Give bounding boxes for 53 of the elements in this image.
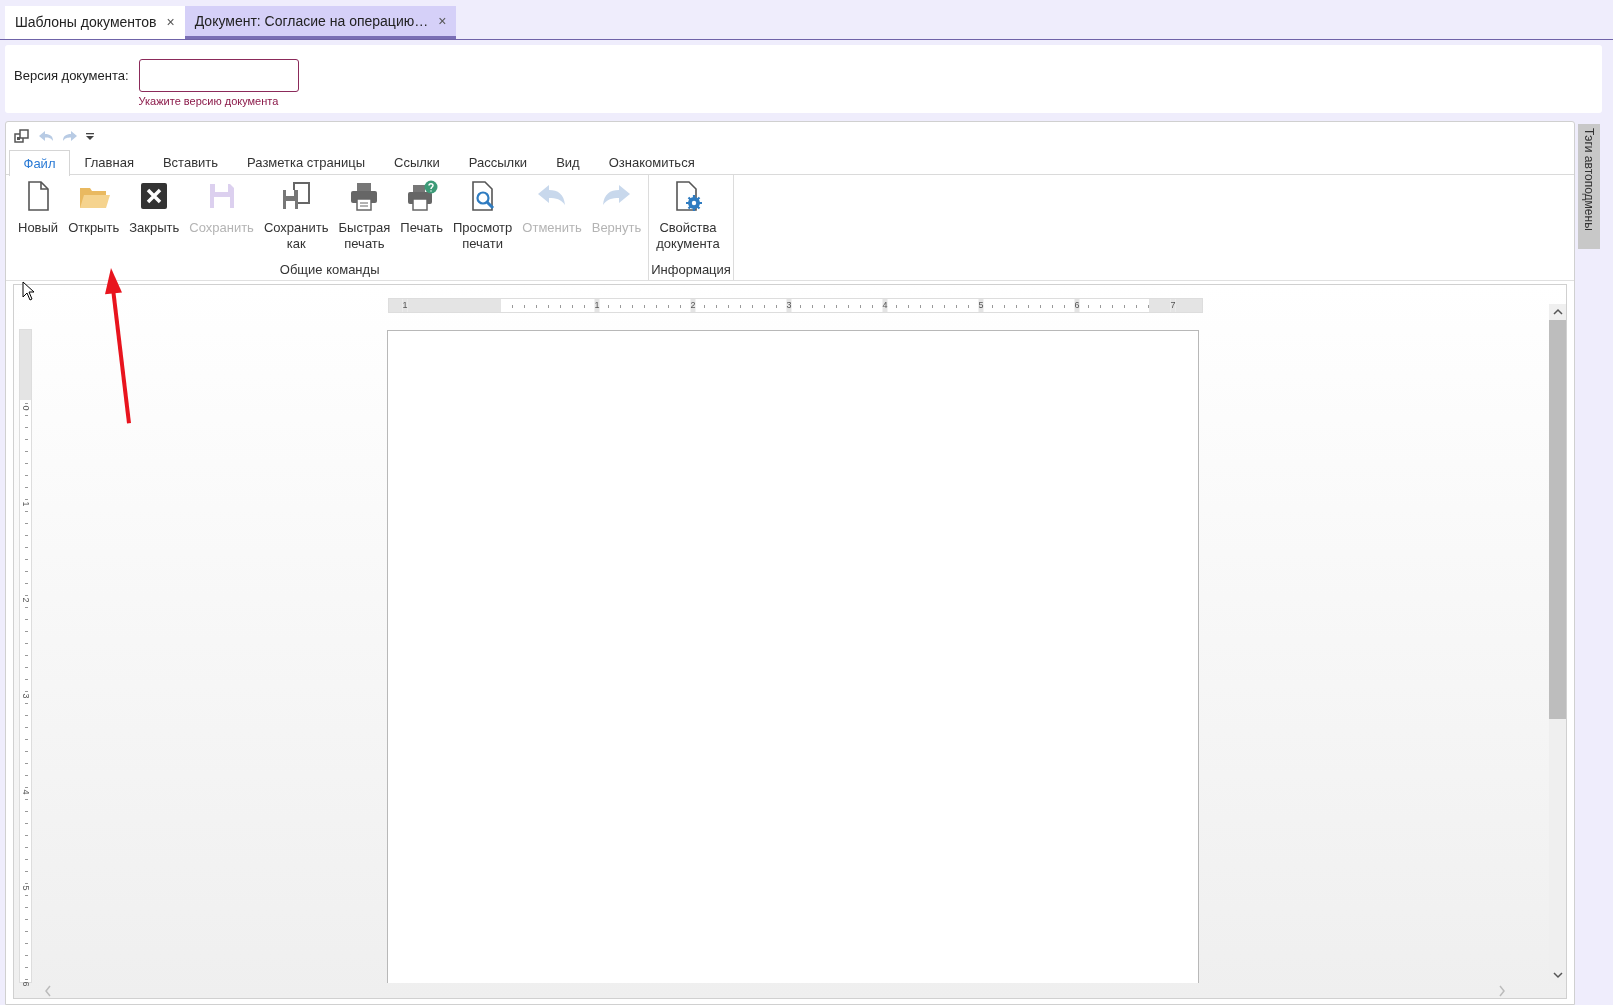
ribbon-button[interactable]: Свойства документа [651, 175, 725, 260]
redo-icon[interactable] [62, 130, 78, 142]
ruler-number: 3 [786, 299, 792, 312]
mouse-cursor-icon [22, 281, 36, 301]
ruler-number: 1 [594, 299, 600, 312]
ruler-number: 1 [20, 500, 31, 509]
group-label: Информация [651, 261, 731, 279]
ruler-number: 2 [20, 596, 31, 605]
version-input-field[interactable] [138, 59, 299, 92]
side-panel-tab[interactable]: Тэги автоподмены [1578, 124, 1600, 249]
ribbon-tab[interactable]: Вставить [148, 150, 233, 175]
ribbon-tab[interactable]: Ознакомиться [594, 150, 710, 175]
save-as-icon [280, 180, 313, 212]
close-icon[interactable]: × [166, 12, 175, 33]
ruler-number: 5 [978, 299, 984, 312]
document-page[interactable] [386, 330, 1199, 983]
ribbon-tab[interactable]: Вид [541, 150, 595, 175]
ruler-number: 7 [1170, 299, 1176, 312]
ribbon-button[interactable]: Закрыть [124, 175, 185, 260]
ribbon-tab[interactable]: Ссылки [379, 150, 455, 175]
ribbon-button[interactable]: Быстрая печать [333, 175, 396, 260]
ruler-number: 6 [20, 980, 31, 989]
ruler-number: 6 [1074, 299, 1080, 312]
ribbon-tab[interactable]: Рассылки [454, 150, 542, 175]
ruler-number: 4 [882, 299, 888, 312]
undo-icon[interactable] [38, 130, 54, 142]
ribbon-button[interactable]: Открыть [63, 175, 125, 260]
document-tab[interactable]: Документ: Согласие на операцию… × [184, 6, 457, 39]
scroll-left-icon[interactable] [44, 984, 52, 997]
ribbon-button[interactable]: Просмотр печати [447, 175, 518, 260]
scroll-right-icon[interactable] [1498, 984, 1506, 997]
close-icon[interactable]: × [438, 10, 447, 32]
caret-icon[interactable] [86, 131, 94, 141]
ruler-number: 4 [20, 788, 31, 797]
ribbon-button[interactable]: Сохранить как [258, 175, 334, 260]
ruler-number: 2 [690, 299, 696, 312]
ribbon-tab[interactable]: Разметка страницы [232, 150, 380, 175]
group-label: Общие команды [278, 261, 381, 279]
ruler-number: 1 [402, 299, 408, 312]
validation-message: Укажите версию документа [138, 94, 280, 109]
ribbon-tab[interactable]: Файл [9, 150, 70, 176]
document-tab[interactable]: Шаблоны документов × [5, 6, 185, 39]
horizontal-ruler[interactable]: 1 1 2 3 4 5 6 7 [388, 298, 1203, 313]
ruler-number: 3 [20, 692, 31, 701]
ribbon-tab[interactable]: Главная [69, 150, 149, 175]
ruler-number: 0 [20, 404, 31, 413]
ribbon-button[interactable]: Печать [395, 175, 448, 260]
ribbon-button[interactable]: Новый [13, 175, 64, 260]
printer-help-icon [405, 180, 438, 212]
scrollbar-thumb[interactable] [1549, 320, 1566, 719]
layout-icon[interactable] [14, 129, 30, 143]
ruler-number: 5 [20, 884, 31, 893]
field-label: Версия документа: [14, 67, 129, 85]
